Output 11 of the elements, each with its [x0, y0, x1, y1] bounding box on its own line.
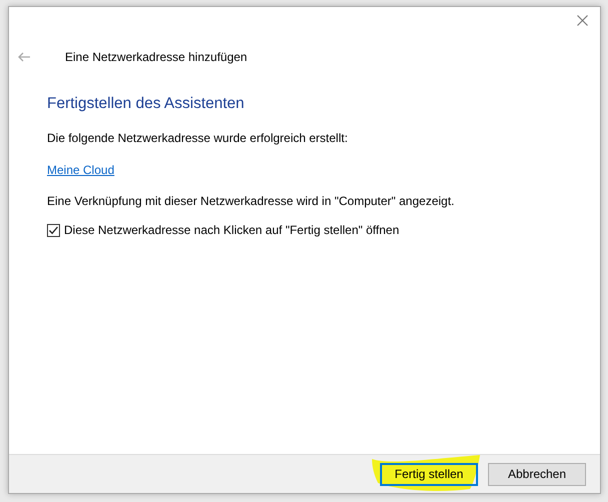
shortcut-note: Eine Verknüpfung mit dieser Netzwerkadresse wird in "Computer" angezeigt.	[47, 194, 456, 208]
checkbox-square[interactable]	[47, 224, 60, 236]
network-location-link[interactable]: Meine Cloud	[47, 163, 114, 177]
back-arrow-icon[interactable]	[18, 52, 30, 62]
dialog-button[interactable]: Fertig stellen	[380, 462, 478, 486]
wizard-heading: Fertigstellen des Assistenten	[47, 95, 246, 113]
close-icon[interactable]	[577, 15, 588, 26]
open-location-checkbox[interactable]: Diese Netzwerkadresse nach Klicken auf "Fertig stellen" öffnen	[47, 223, 600, 237]
dialog-button[interactable]: Abbrechen	[488, 462, 586, 486]
dialog-title: Eine Netzwerkadresse hinzufügen	[65, 50, 248, 64]
intro-text: Die folgende Netzwerkadresse wurde erfolgreich erstellt:	[47, 131, 349, 145]
